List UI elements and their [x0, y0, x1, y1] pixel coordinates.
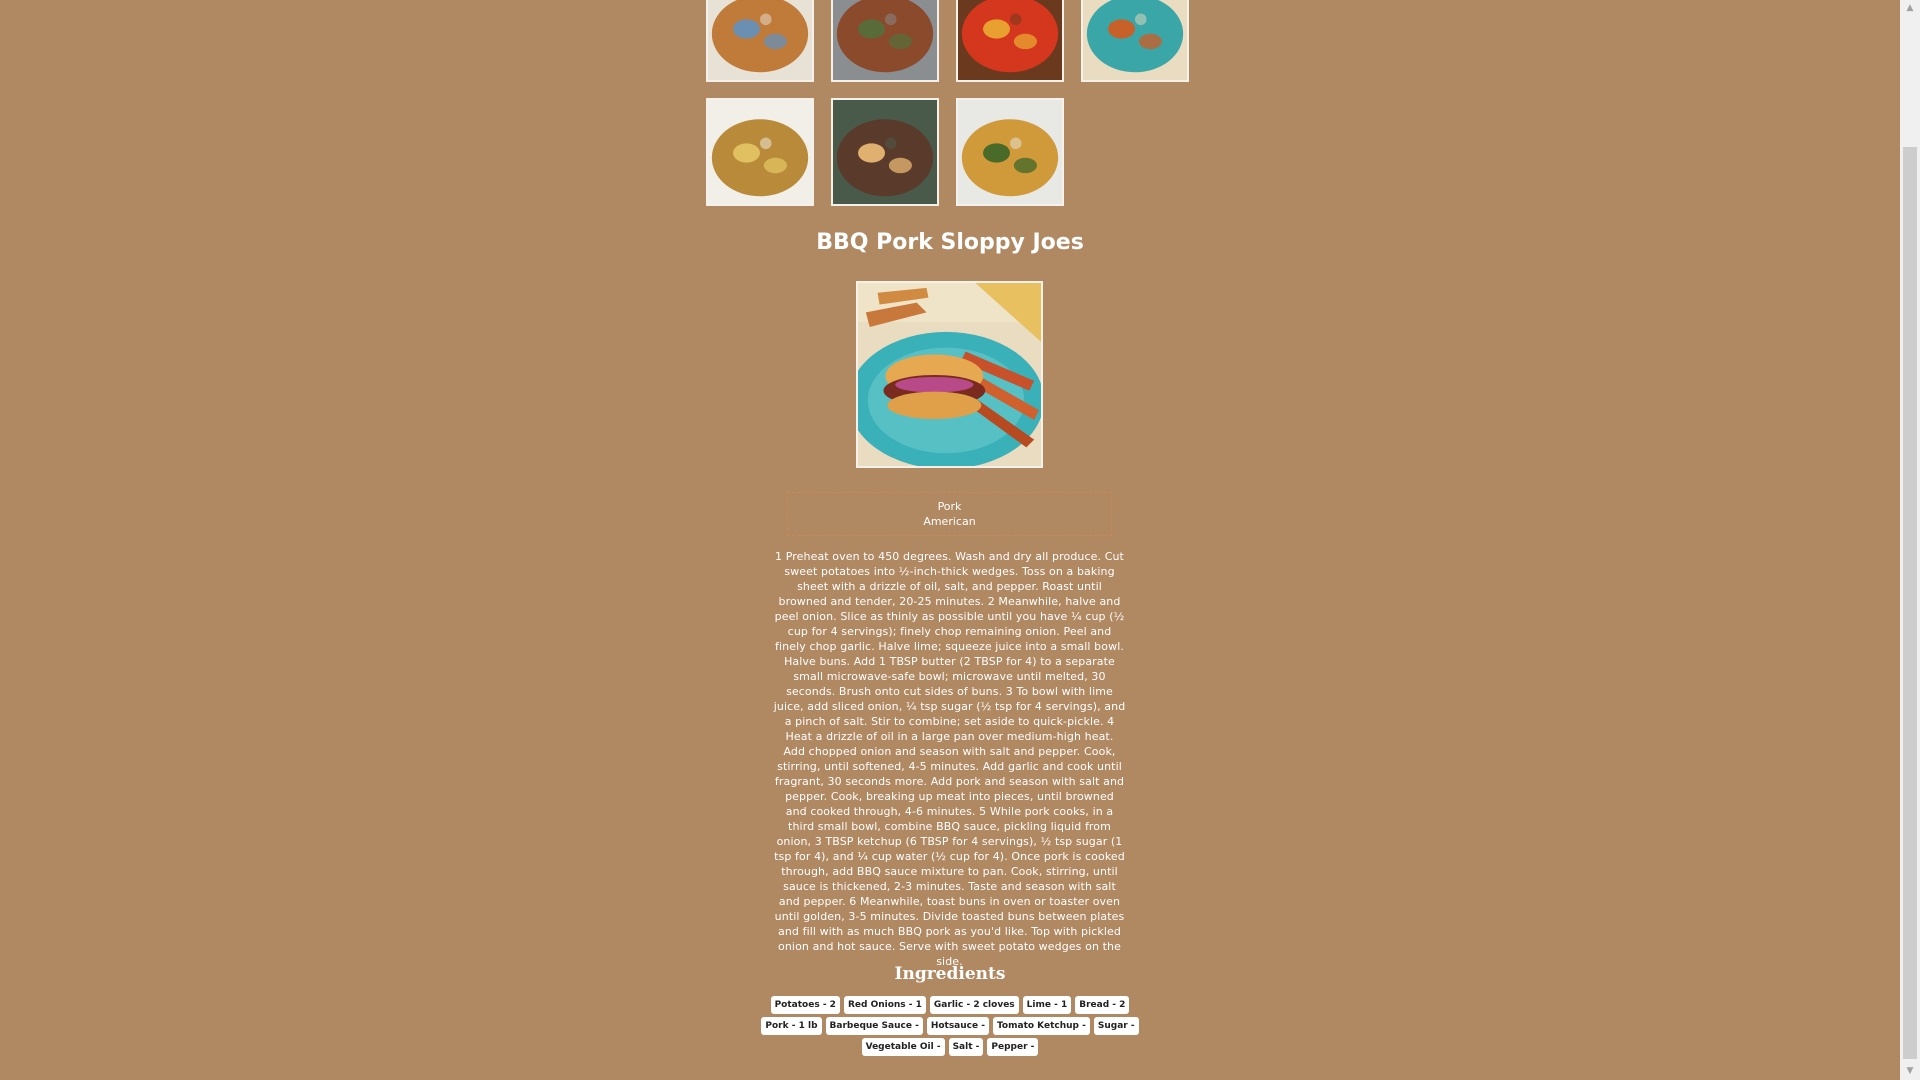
recipe-protein: Pork	[937, 500, 962, 513]
scroll-down-arrow-icon[interactable]: ▼	[1900, 1063, 1920, 1080]
ingredient-tag: Hotsauce -	[926, 1017, 989, 1035]
thumb-sloppy-joe-image[interactable]	[1081, 0, 1189, 82]
recipe-page: BBQ Pork Sloppy Joes Pork American 1 Pre…	[0, 0, 1900, 1080]
recipe-cuisine: American	[923, 515, 976, 528]
ingredient-tag: Vegetable Oil -	[861, 1038, 945, 1056]
ingredient-tag: Tomato Ketchup -	[992, 1017, 1090, 1035]
ingredients-list: Potatoes - 2 Red Onions - 1 Garlic - 2 clo…	[760, 996, 1140, 1059]
ingredient-tag: Sugar -	[1093, 1017, 1139, 1035]
ingredient-tag: Pepper -	[987, 1038, 1039, 1056]
sloppy-joe-photo	[858, 283, 1041, 466]
ingredient-tag: Potatoes - 2	[770, 996, 840, 1014]
ingredient-tag: Bread - 2	[1075, 996, 1130, 1014]
recipe-instructions: 1 Preheat oven to 450 degrees. Wash and …	[773, 550, 1126, 968]
ingredients-heading: Ingredients	[894, 964, 1006, 984]
ingredient-row: Potatoes - 2 Red Onions - 1 Garlic - 2 clo…	[760, 996, 1140, 1014]
vertical-scrollbar[interactable]: ▲ ▼	[1900, 0, 1920, 1080]
scrollbar-thumb[interactable]	[1903, 147, 1917, 1059]
ingredient-tag: Red Onions - 1	[843, 996, 926, 1014]
thumb-skillet-stew-image[interactable]	[831, 0, 939, 82]
thumb-bibimbap-image[interactable]	[831, 98, 939, 206]
recipe-title: BBQ Pork Sloppy Joes	[816, 230, 1084, 255]
ingredient-tag: Garlic - 2 cloves	[929, 996, 1019, 1014]
ingredient-row: Vegetable Oil - Salt - Pepper -	[760, 1038, 1140, 1056]
ingredient-tag: Lime - 1	[1022, 996, 1072, 1014]
thumb-glazed-chicken-image[interactable]	[956, 98, 1064, 206]
scroll-up-arrow-icon[interactable]: ▲	[1900, 0, 1920, 17]
thumb-sweet-sour-image[interactable]	[956, 0, 1064, 82]
recipe-meta-box: Pork American	[787, 492, 1112, 536]
thumb-curry-soup-image[interactable]	[706, 98, 814, 206]
ingredient-row: Pork - 1 lb Barbeque Sauce - Hotsauce - Tom…	[760, 1017, 1140, 1035]
ingredient-tag: Pork - 1 lb	[761, 1017, 822, 1035]
ingredient-tag: Salt -	[948, 1038, 984, 1056]
recipe-hero-image	[856, 281, 1043, 468]
thumb-chicken-cutlet-image[interactable]	[706, 0, 814, 82]
ingredient-tag: Barbeque Sauce -	[825, 1017, 923, 1035]
